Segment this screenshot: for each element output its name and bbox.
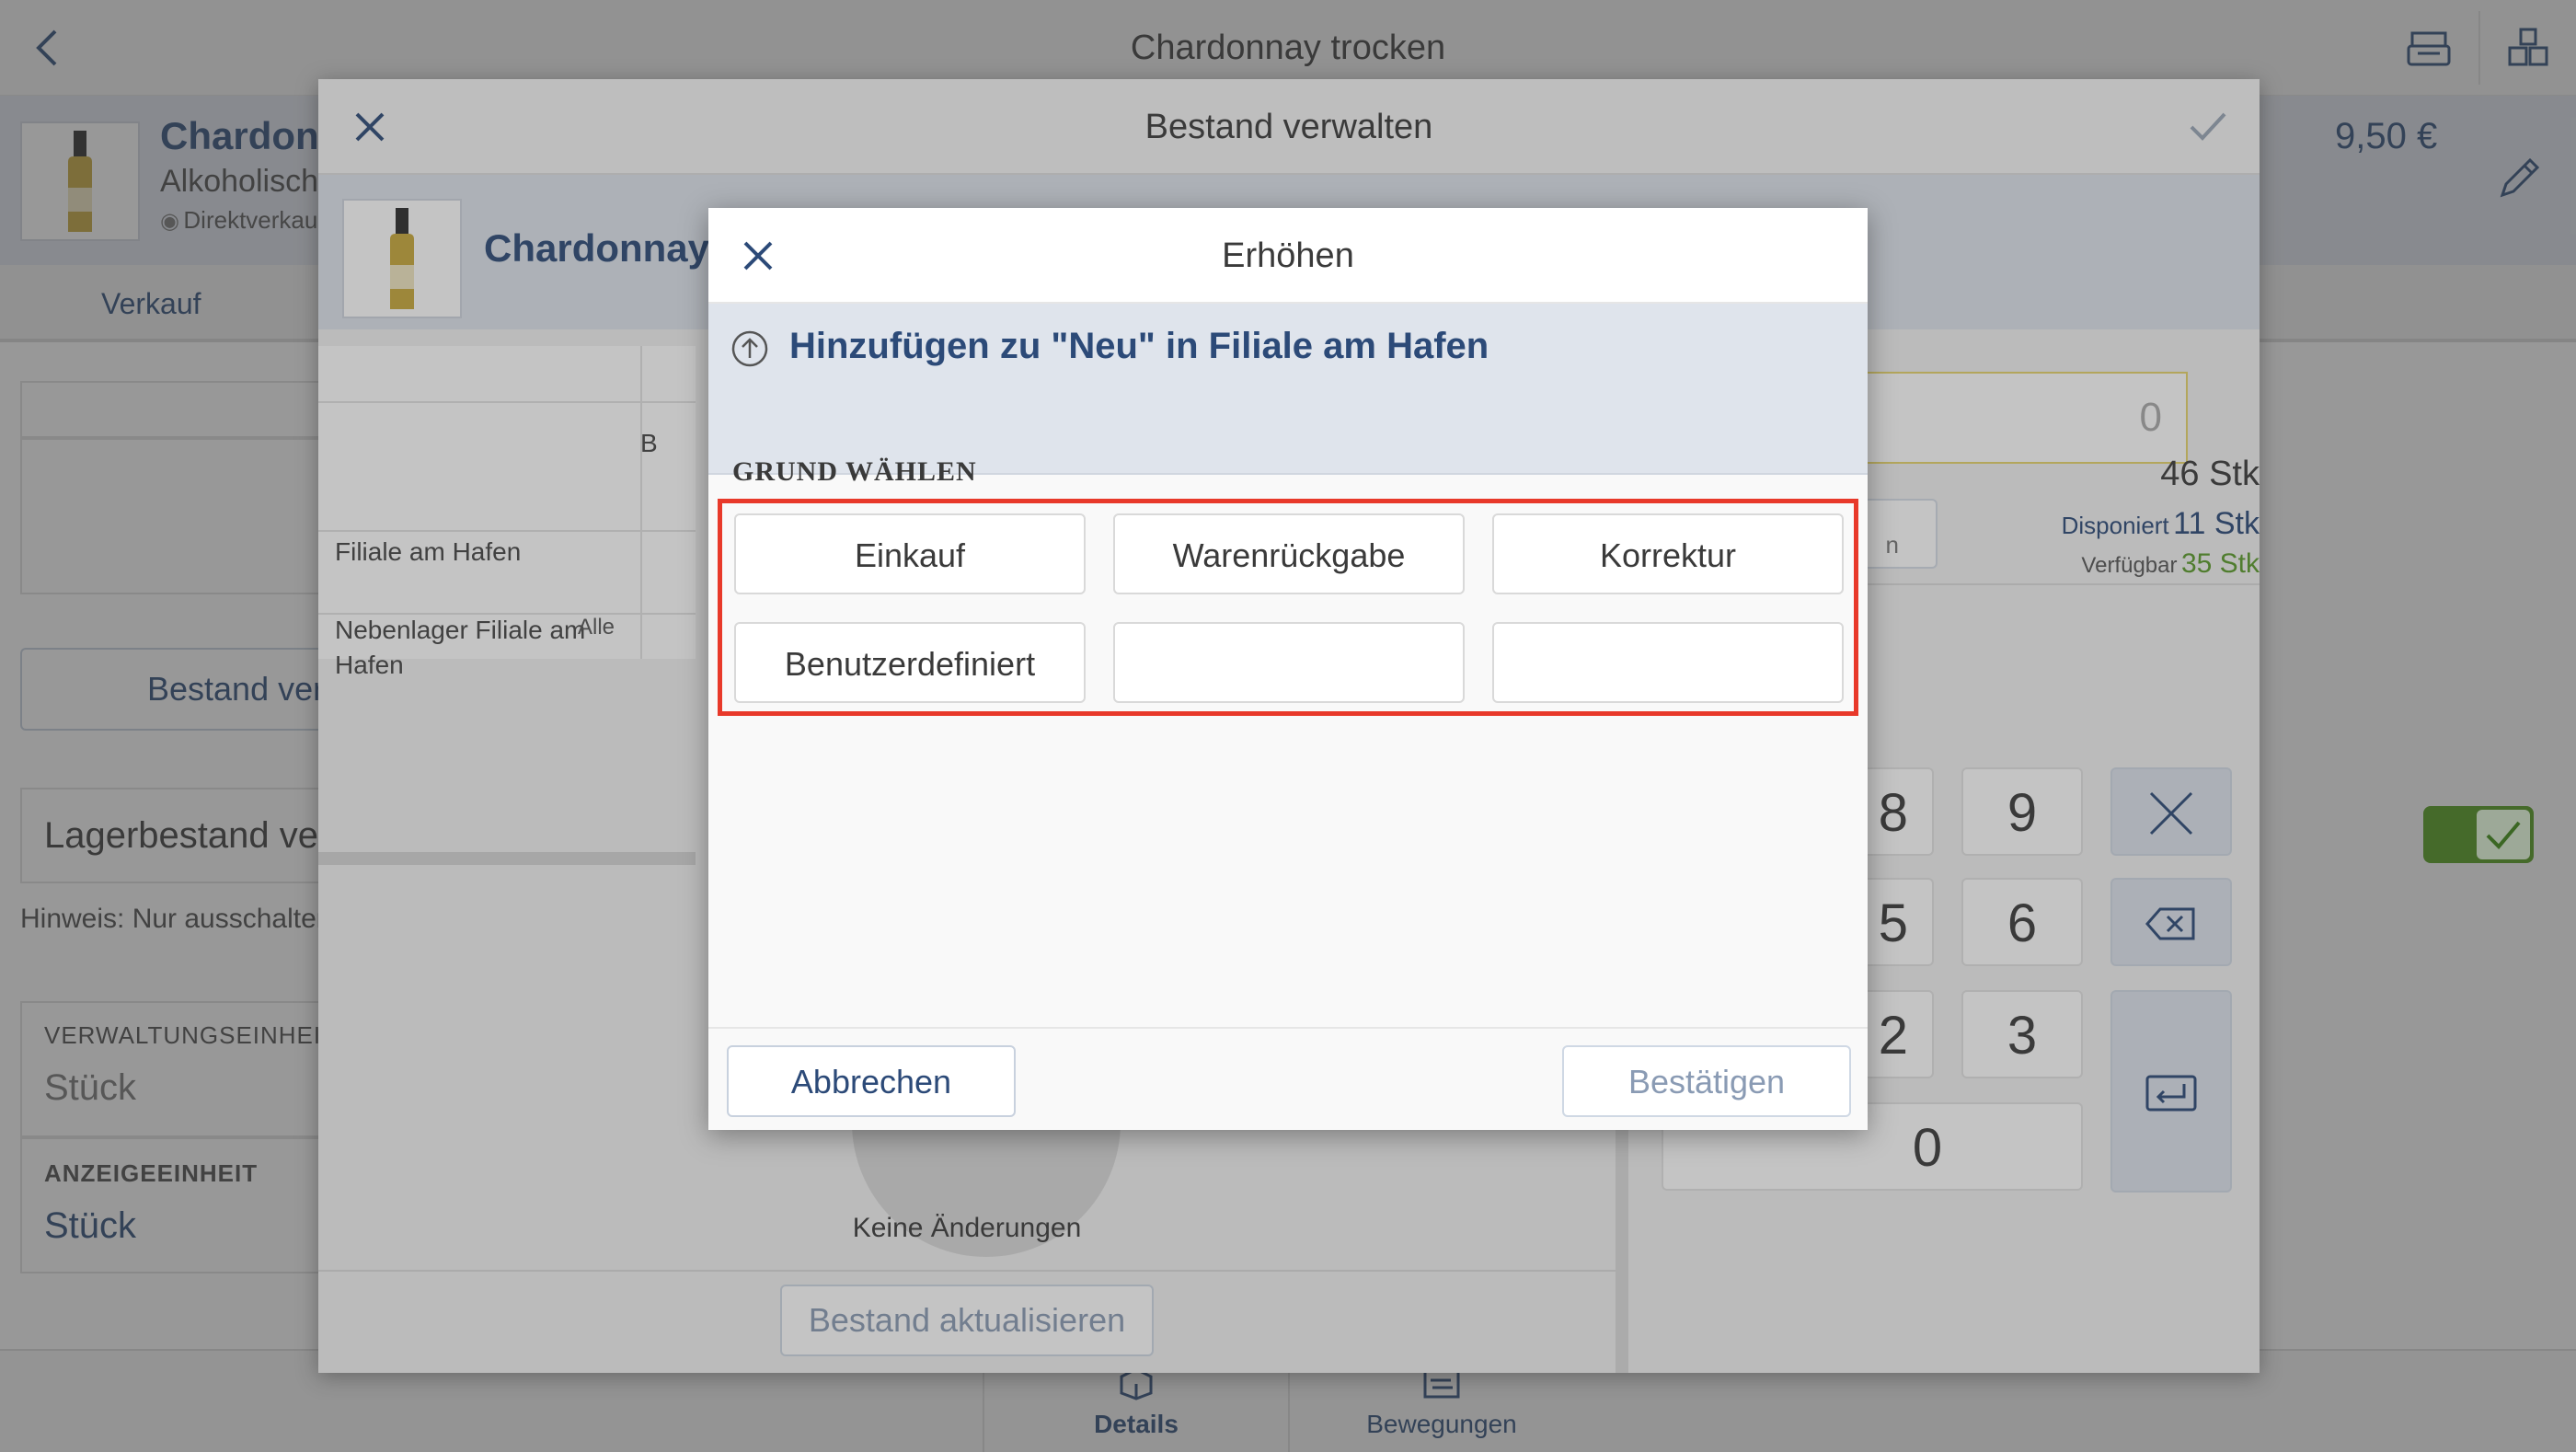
- increase-dialog-title: Erhöhen: [1222, 236, 1354, 275]
- reason-warenrueckgabe-button[interactable]: Warenrückgabe: [1113, 513, 1465, 594]
- reason-korrektur-button[interactable]: Korrektur: [1492, 513, 1844, 594]
- increase-dialog-footer: Abbrechen Bestätigen: [708, 1027, 1868, 1130]
- increase-dialog-header: Erhöhen: [708, 208, 1868, 304]
- confirm-button[interactable]: Bestätigen: [1562, 1045, 1851, 1117]
- increase-info-text: Hinzufügen zu "Neu" in Filiale am Hafen: [789, 326, 1489, 366]
- reason-einkauf-button[interactable]: Einkauf: [734, 513, 1086, 594]
- reason-section-label: GRUND WÄHLEN: [732, 456, 977, 487]
- reason-empty-button[interactable]: [1492, 622, 1844, 703]
- increase-info-banner: Hinzufügen zu "Neu" in Filiale am Hafen: [708, 304, 1868, 475]
- increase-dialog: Erhöhen Hinzufügen zu "Neu" in Filiale a…: [708, 208, 1868, 1130]
- reason-empty-button[interactable]: [1113, 622, 1465, 703]
- cancel-button[interactable]: Abbrechen: [727, 1045, 1016, 1117]
- reason-custom-button[interactable]: Benutzerdefiniert: [734, 622, 1086, 703]
- close-icon[interactable]: [742, 239, 775, 272]
- arrow-up-circle-icon: [730, 329, 769, 368]
